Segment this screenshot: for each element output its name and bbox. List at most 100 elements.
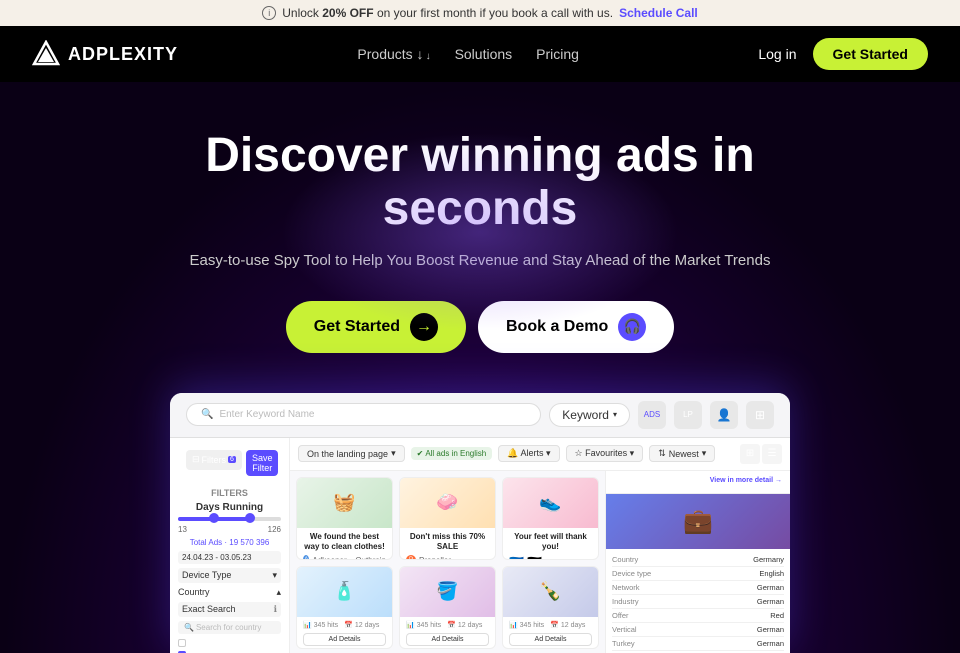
card-title: Your feet will thank you! xyxy=(509,532,592,553)
details-panel-header: Ad Details View in more detail → xyxy=(606,471,790,494)
card-network: Outbrain xyxy=(562,558,593,560)
ad-details-panel: Ad Details View in more detail → 💼 Count… xyxy=(605,471,790,653)
info-icon: i xyxy=(262,6,276,20)
hero-heading: Discover winning ads in seconds xyxy=(130,130,830,236)
card-count: +3 xyxy=(545,559,559,560)
login-button[interactable]: Log in xyxy=(758,46,796,62)
card-image: 🍾 xyxy=(503,567,598,617)
card-body: Your feet will thank you! 🇺🇦 🇩🇪 +3 Outbr… xyxy=(503,528,598,560)
nav-links: Products ↓ Solutions Pricing xyxy=(357,46,579,62)
alerts-button[interactable]: 🔔 Alerts ▾ xyxy=(498,445,559,462)
save-filter-button[interactable]: Save Filter xyxy=(246,450,279,476)
sort-icon: ⇅ xyxy=(658,448,666,459)
fav-chevron-icon: ▾ xyxy=(630,448,635,458)
grid-view-button[interactable]: ⊞ xyxy=(740,444,760,464)
card-stats: 📊 345 hits 📅 12 days xyxy=(509,621,592,629)
card-body: We found the best way to clean clothes! … xyxy=(297,528,392,560)
nav-actions: Log in Get Started xyxy=(758,38,928,70)
search-country-input[interactable]: 🔍 Search for country xyxy=(178,621,281,634)
expand-country-icon[interactable]: ▴ xyxy=(276,587,281,598)
grid-icon[interactable]: ⊞ xyxy=(746,401,774,429)
nav-pricing[interactable]: Pricing xyxy=(536,46,579,62)
ad-card: 🧺 We found the best way to clean clothes… xyxy=(296,477,393,560)
country-all[interactable]: All xyxy=(178,638,281,648)
filters-button[interactable]: ⊟ Filters 6 xyxy=(186,450,242,470)
get-started-nav-button[interactable]: Get Started xyxy=(813,38,928,70)
ad-cards-grid: 🧺 We found the best way to clean clothes… xyxy=(290,471,605,653)
slider-thumb-right[interactable] xyxy=(245,513,255,523)
hero-subtitle: Easy-to-use Spy Tool to Help You Boost R… xyxy=(20,252,940,269)
checkbox-all[interactable] xyxy=(178,639,186,647)
logo-text: ADPLEXITY xyxy=(68,44,178,65)
device-type-select[interactable]: Device Type ▾ xyxy=(178,568,281,583)
card-network: Propeller xyxy=(419,556,451,560)
card-image: 🧺 xyxy=(297,478,392,528)
card-body: 📊 345 hits 📅 12 days Ad Details xyxy=(400,617,495,649)
logo[interactable]: ADPLEXITY xyxy=(32,40,178,68)
ad-card: 🍾 📊 345 hits 📅 12 days Ad Details xyxy=(502,566,599,649)
list-view-button[interactable]: ☰ xyxy=(762,444,782,464)
landing-page-select[interactable]: On the landing page ▾ xyxy=(298,445,405,462)
db-header-icons: ADS LP 👤 ⊞ xyxy=(638,401,774,429)
db-toolbar: On the landing page ▾ ✔ All ads in Engli… xyxy=(290,438,790,471)
detail-row: Network German xyxy=(612,581,784,595)
details-thumbnail: 💼 xyxy=(606,494,790,549)
cards-area: 🧺 We found the best way to clean clothes… xyxy=(290,471,790,653)
schedule-call-link[interactable]: Schedule Call xyxy=(619,6,698,20)
ad-card: 🧼 Don't miss this 70% SALE P Propeller 📊… xyxy=(399,477,496,560)
detail-row: Offer Red xyxy=(612,609,784,623)
days-slider[interactable] xyxy=(178,517,281,521)
newest-sort-button[interactable]: ⇅ Newest ▾ xyxy=(649,445,715,462)
keyword-badge[interactable]: Keyword ▾ xyxy=(549,403,630,427)
slider-thumb-left[interactable] xyxy=(209,513,219,523)
detail-row: Industry German xyxy=(612,595,784,609)
card-image: 🪣 xyxy=(400,567,495,617)
card-meta: A Adkeeper · Outbrain xyxy=(303,555,386,559)
favourites-button[interactable]: ☆ Favourites ▾ xyxy=(566,445,644,462)
chevron-down-icon: ▾ xyxy=(613,410,617,419)
exact-search-toggle[interactable]: Exact Search ℹ xyxy=(178,602,281,617)
country-germany[interactable]: Germany xyxy=(178,650,281,653)
db-sidebar: ⊟ Filters 6 Save Filter FILTERS Days Run… xyxy=(170,438,290,653)
days-running-label: Days Running xyxy=(178,502,281,513)
announcement-text: Unlock 20% OFF on your first month if yo… xyxy=(282,6,613,20)
hero-get-started-button[interactable]: Get Started → xyxy=(286,301,466,353)
ad-details-button[interactable]: Ad Details xyxy=(406,633,489,646)
newest-chevron-icon: ▾ xyxy=(702,448,707,459)
lp-view-button[interactable]: LP xyxy=(674,401,702,429)
country-filter-header: Country ▴ xyxy=(178,587,281,598)
detail-row: Turkey German xyxy=(612,637,784,651)
info-icon-small: ℹ xyxy=(274,604,277,615)
card-platform: Outbrain xyxy=(355,556,386,560)
keyword-label: Keyword xyxy=(562,408,609,422)
card-network: Adkeeper xyxy=(312,556,346,560)
user-icon[interactable]: 👤 xyxy=(710,401,738,429)
announcement-bar: i Unlock 20% OFF on your first month if … xyxy=(0,0,960,26)
db-search-bar: 🔍 Enter Keyword Name Keyword ▾ ADS LP 👤 … xyxy=(170,393,790,438)
total-ads-count: Total Ads · 19 570 396 xyxy=(178,538,281,547)
slider-range-labels: 13 126 xyxy=(178,525,281,534)
card-stats: 📊 345 hits 📅 12 days xyxy=(303,621,386,629)
ad-details-button[interactable]: Ad Details xyxy=(509,633,592,646)
filter-icon: ⊟ xyxy=(192,454,200,465)
detail-row: Advertiser German xyxy=(612,651,784,653)
ads-view-button[interactable]: ADS xyxy=(638,401,666,429)
language-badge[interactable]: ✔ All ads in English xyxy=(411,447,493,460)
ad-details-button[interactable]: Ad Details xyxy=(303,633,386,646)
filters-section-header: FILTERS xyxy=(178,488,281,498)
hero-section: Discover winning ads in seconds Easy-to-… xyxy=(0,82,960,653)
ad-card: 🪣 📊 345 hits 📅 12 days Ad Details xyxy=(399,566,496,649)
view-detail-link[interactable]: View in more detail → xyxy=(710,477,782,487)
ad-card: 👟 Your feet will thank you! 🇺🇦 🇩🇪 +3 Out… xyxy=(502,477,599,560)
card-image: 🧴 xyxy=(297,567,392,617)
book-demo-button[interactable]: Book a Demo 🎧 xyxy=(478,301,674,353)
card-stats: 📊 345 hits 📅 12 days xyxy=(406,621,489,629)
db-search-input[interactable]: 🔍 Enter Keyword Name xyxy=(186,403,541,426)
dashboard-preview: 🔍 Enter Keyword Name Keyword ▾ ADS LP 👤 … xyxy=(20,393,940,653)
book-demo-label: Book a Demo xyxy=(506,318,608,336)
date-range[interactable]: 24.04.23 - 03.05.23 xyxy=(178,551,281,564)
nav-products[interactable]: Products ↓ xyxy=(357,46,430,62)
checkbox-germany[interactable] xyxy=(178,651,186,653)
nav-solutions[interactable]: Solutions xyxy=(455,46,513,62)
card-image: 👟 xyxy=(503,478,598,528)
